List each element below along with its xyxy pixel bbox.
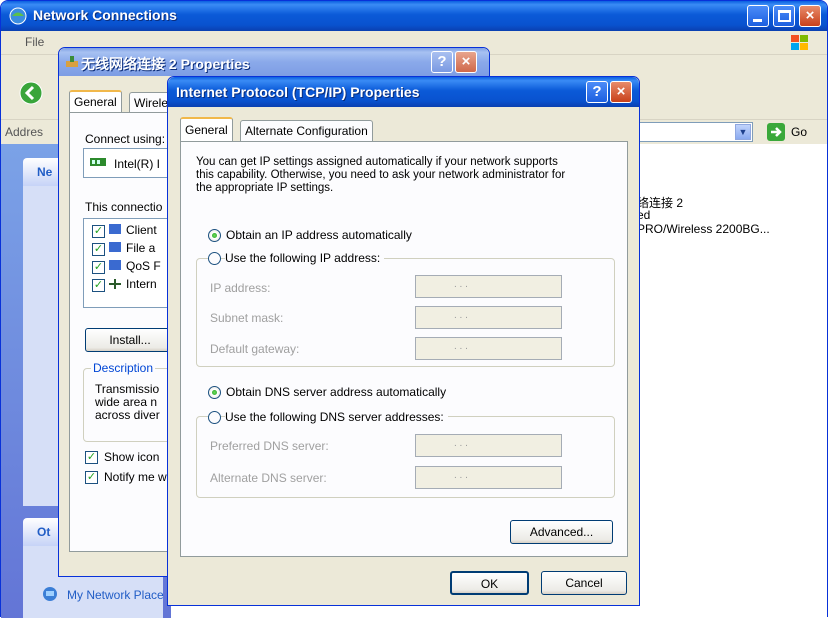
address-dropdown[interactable]: ▼ bbox=[735, 124, 751, 140]
close-icon[interactable]: × bbox=[455, 51, 477, 73]
ip-auto-radio[interactable] bbox=[208, 229, 221, 242]
notify-me-label: Notify me w bbox=[104, 470, 167, 484]
network-connections-icon bbox=[9, 7, 27, 25]
alternate-dns-input: . . . bbox=[415, 466, 562, 489]
connection-item[interactable]: 络连接 2 ed PRO/Wireless 2200BG... bbox=[637, 194, 817, 240]
dns-manual-label[interactable]: Use the following DNS server addresses: bbox=[225, 410, 448, 424]
ip-address-label: IP address: bbox=[210, 281, 271, 295]
install-button[interactable]: Install... bbox=[85, 328, 175, 352]
window-title: Network Connections bbox=[33, 7, 177, 23]
show-icon-checkbox[interactable]: ✓ bbox=[85, 451, 98, 464]
help-icon[interactable]: ? bbox=[431, 51, 453, 73]
ip-manual-radio[interactable] bbox=[208, 252, 221, 265]
component-item[interactable]: QoS F bbox=[126, 259, 161, 273]
address-input[interactable] bbox=[621, 122, 753, 142]
tcpip-titlebar: Internet Protocol (TCP/IP) Properties ? … bbox=[168, 77, 639, 107]
ok-button[interactable]: OK bbox=[450, 571, 529, 595]
component-checkbox[interactable]: ✓ bbox=[92, 261, 105, 274]
wireless-properties-titlebar: 无线网络连接 2 Properties ? × bbox=[59, 48, 489, 76]
subnet-mask-input: . . . bbox=[415, 306, 562, 329]
preferred-dns-input: . . . bbox=[415, 434, 562, 457]
component-checkbox[interactable]: ✓ bbox=[92, 279, 105, 292]
client-icon bbox=[108, 223, 122, 295]
component-item[interactable]: File a bbox=[126, 241, 155, 255]
intro-text-line: this capability. Otherwise, you need to … bbox=[196, 169, 566, 181]
adapter-icon bbox=[90, 156, 106, 168]
go-arrow-icon[interactable] bbox=[767, 123, 785, 141]
ip-address-input: . . . bbox=[415, 275, 562, 298]
component-checkbox[interactable]: ✓ bbox=[92, 243, 105, 256]
description-line: wide area n bbox=[95, 395, 158, 409]
alternate-dns-label: Alternate DNS server: bbox=[210, 471, 327, 485]
ip-auto-label[interactable]: Obtain an IP address automatically bbox=[226, 228, 412, 242]
connect-using-label: Connect using: bbox=[85, 132, 166, 146]
tab-alternate-configuration[interactable]: Alternate Configuration bbox=[240, 120, 373, 141]
back-icon[interactable] bbox=[19, 81, 43, 105]
preferred-dns-label: Preferred DNS server: bbox=[210, 439, 329, 453]
notify-me-checkbox[interactable]: ✓ bbox=[85, 471, 98, 484]
close-icon[interactable]: × bbox=[799, 5, 821, 27]
description-line: Transmissio bbox=[95, 382, 160, 396]
sidebar-my-network-places[interactable]: My Network Place bbox=[67, 588, 164, 602]
menu-file[interactable]: File bbox=[25, 35, 44, 49]
windows-flag-icon bbox=[789, 33, 811, 53]
component-checkbox[interactable]: ✓ bbox=[92, 225, 105, 238]
intro-text-line: You can get IP settings assigned automat… bbox=[196, 156, 558, 168]
minimize-icon[interactable] bbox=[747, 5, 769, 27]
description-line: across diver bbox=[95, 408, 160, 422]
tab-general[interactable]: General bbox=[69, 90, 122, 112]
ip-manual-label[interactable]: Use the following IP address: bbox=[225, 251, 385, 265]
tab-general[interactable]: General bbox=[180, 117, 233, 141]
dns-auto-radio[interactable] bbox=[208, 386, 221, 399]
adapter-name: Intel(R) I bbox=[114, 157, 161, 171]
components-label: This connectio bbox=[85, 200, 163, 214]
connection-item-device: PRO/Wireless 2200BG... bbox=[637, 222, 770, 236]
default-gateway-label: Default gateway: bbox=[210, 342, 300, 356]
show-icon-label: Show icon bbox=[104, 450, 160, 464]
go-label[interactable]: Go bbox=[791, 125, 807, 139]
network-adapter-icon bbox=[65, 55, 79, 69]
tcpip-properties-dialog: Internet Protocol (TCP/IP) Properties ? … bbox=[167, 76, 640, 606]
network-connections-titlebar: Network Connections × bbox=[1, 1, 827, 31]
description-legend: Description bbox=[91, 361, 156, 375]
advanced-button[interactable]: Advanced... bbox=[510, 520, 613, 544]
close-icon[interactable]: × bbox=[610, 81, 632, 103]
subnet-mask-label: Subnet mask: bbox=[210, 311, 284, 325]
component-item[interactable]: Client bbox=[126, 223, 157, 237]
dns-auto-label[interactable]: Obtain DNS server address automatically bbox=[226, 385, 446, 399]
component-item[interactable]: Intern bbox=[126, 277, 157, 291]
dns-manual-radio[interactable] bbox=[208, 411, 221, 424]
my-network-places-icon bbox=[41, 586, 59, 602]
help-icon[interactable]: ? bbox=[586, 81, 608, 103]
wireless-properties-title: 无线网络连接 2 Properties bbox=[81, 56, 250, 72]
intro-text-line: the appropriate IP settings. bbox=[196, 182, 334, 194]
default-gateway-input: . . . bbox=[415, 337, 562, 360]
maximize-icon[interactable] bbox=[773, 5, 795, 27]
address-label: Addres bbox=[5, 125, 44, 139]
cancel-button[interactable]: Cancel bbox=[541, 571, 627, 595]
tcpip-title: Internet Protocol (TCP/IP) Properties bbox=[176, 84, 420, 100]
